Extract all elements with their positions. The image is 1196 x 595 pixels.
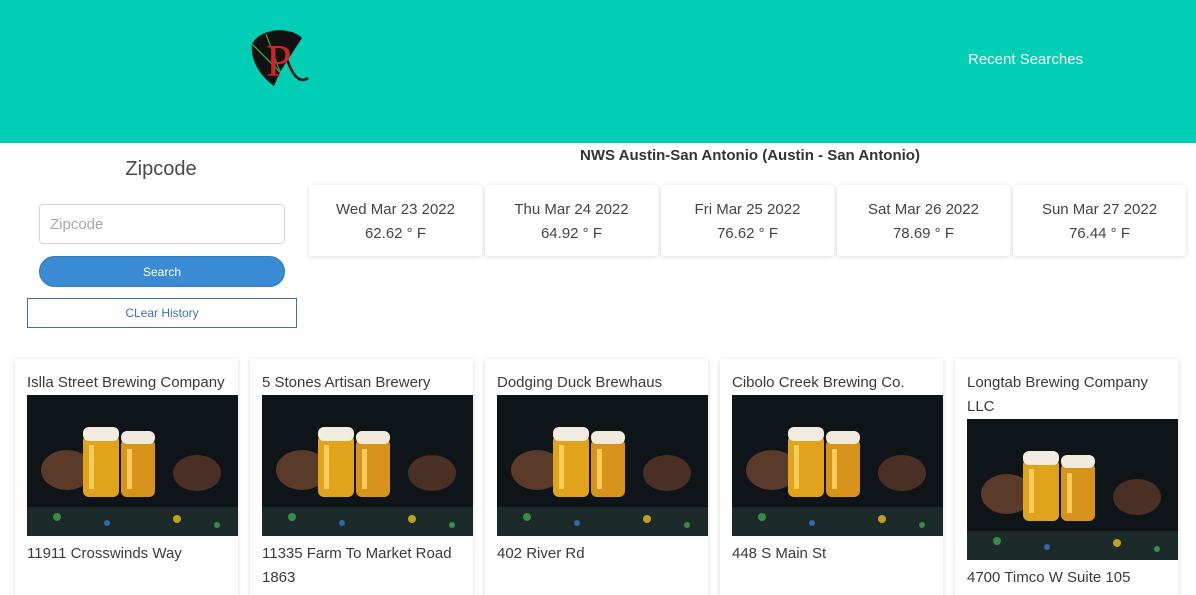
forecast-temp: 76.62 ° F: [716, 225, 779, 242]
zipcode-input[interactable]: [39, 204, 285, 244]
forecast-card: Sun Mar 27 2022 76.44 ° F: [1013, 185, 1186, 256]
beer-photo: [262, 395, 473, 536]
brewery-card[interactable]: 5 Stones Artisan Brewery 11335 Farm To M…: [250, 359, 473, 595]
brewery-name: Islla Street Brewing Company: [27, 374, 225, 391]
brewery-card[interactable]: Islla Street Brewing Company 11911 Cross…: [15, 359, 238, 595]
forecast-temp: 78.69 ° F: [892, 225, 955, 242]
brewery-card[interactable]: Dodging Duck Brewhaus 402 River Rd: [485, 359, 708, 595]
forecast-temp: 64.92 ° F: [540, 225, 603, 242]
forecast-card: Sat Mar 26 2022 78.69 ° F: [837, 185, 1010, 256]
brewery-name: Longtab Brewing Company LLC: [967, 374, 1148, 415]
brewery-list: Islla Street Brewing Company 11911 Cross…: [15, 359, 1178, 595]
forecast-date: Thu Mar 24 2022: [514, 201, 629, 218]
brewery-name: 5 Stones Artisan Brewery: [262, 374, 431, 391]
brewery-address: 11335 Farm To Market Road 1863: [262, 545, 452, 586]
zipcode-title: Zipcode: [125, 158, 197, 180]
brewery-address: 4700 Timco W Suite 105: [967, 569, 1131, 586]
forecast-temp: 76.44 ° F: [1068, 225, 1131, 242]
brewery-address: 448 S Main St: [732, 545, 827, 562]
beer-photo: [497, 395, 708, 536]
app-header: P Recent Searches: [0, 0, 1196, 143]
recent-searches-link[interactable]: Recent Searches: [968, 51, 1083, 68]
brewery-card[interactable]: Longtab Brewing Company LLC 4700 Timco W…: [955, 359, 1178, 595]
forecast-date: Fri Mar 25 2022: [694, 201, 801, 218]
umbrella-logo-icon[interactable]: P: [246, 26, 314, 88]
brewery-name: Dodging Duck Brewhaus: [497, 374, 663, 391]
forecast-date: Wed Mar 23 2022: [336, 201, 455, 218]
weather-station-title: NWS Austin-San Antonio (Austin - San Ant…: [580, 147, 920, 164]
forecast-card: Fri Mar 25 2022 76.62 ° F: [661, 185, 834, 256]
forecast-date: Sun Mar 27 2022: [1041, 201, 1158, 218]
forecast-temp: 62.62 ° F: [364, 225, 427, 242]
forecast-card: Wed Mar 23 2022 62.62 ° F: [309, 185, 482, 256]
brewery-address: 402 River Rd: [497, 545, 585, 562]
forecast-card: Thu Mar 24 2022 64.92 ° F: [485, 185, 658, 256]
beer-photo: [27, 395, 238, 536]
forecast-row: Wed Mar 23 2022 62.62 ° F Thu Mar 24 202…: [309, 185, 1186, 256]
clear-history-button[interactable]: CLear History: [27, 298, 297, 328]
brewery-name: Cibolo Creek Brewing Co.: [732, 374, 905, 391]
brewery-card[interactable]: Cibolo Creek Brewing Co. 448 S Main St: [720, 359, 943, 595]
beer-photo: [732, 395, 943, 536]
forecast-date: Sat Mar 26 2022: [868, 201, 979, 218]
brewery-address: 11911 Crosswinds Way: [27, 545, 182, 562]
beer-photo: [967, 419, 1178, 560]
search-button[interactable]: Search: [39, 256, 285, 287]
svg-text:P: P: [266, 35, 292, 86]
